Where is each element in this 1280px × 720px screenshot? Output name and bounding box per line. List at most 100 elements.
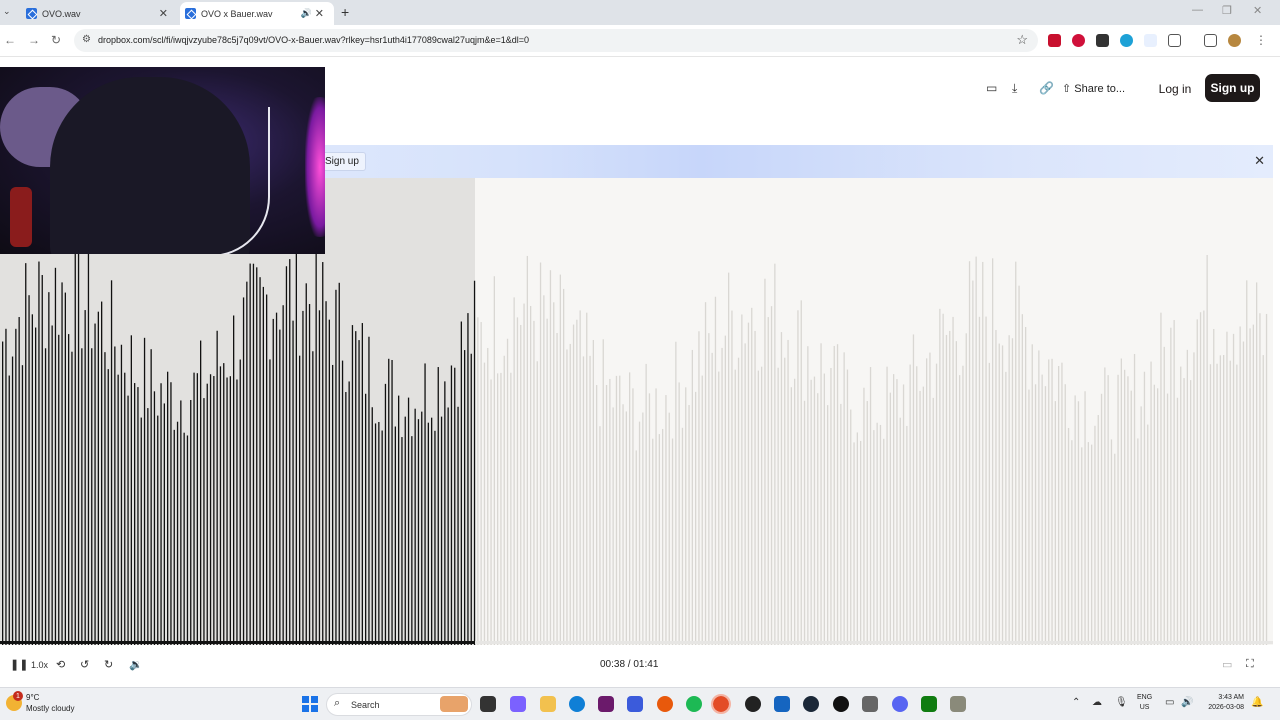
task-view-icon[interactable] bbox=[480, 696, 496, 712]
app-icon[interactable] bbox=[598, 696, 614, 712]
forward-icon[interactable]: → bbox=[28, 33, 40, 47]
discord-icon[interactable] bbox=[892, 696, 908, 712]
close-tab-icon[interactable]: ✕ bbox=[159, 7, 168, 20]
close-window-icon[interactable]: ✕ bbox=[1253, 4, 1262, 17]
reading-list-icon[interactable] bbox=[1204, 34, 1217, 47]
tab-ovo-x-bauer[interactable]: OVO x Bauer.wav 🔊 ✕ bbox=[180, 2, 334, 25]
back-icon[interactable]: ← bbox=[4, 33, 16, 47]
app-icon[interactable] bbox=[657, 696, 673, 712]
address-bar[interactable]: ⚙ dropbox.com/scl/fi/iwqjvzyube78c5j7q09… bbox=[74, 29, 1038, 52]
waveform-bar bbox=[302, 310, 304, 645]
waveform-bar bbox=[1034, 384, 1037, 645]
waveform-bar bbox=[15, 328, 17, 645]
waveform-bar bbox=[11, 356, 14, 645]
bookmark-star-icon[interactable]: ☆ bbox=[1016, 32, 1028, 48]
share-button[interactable]: ⇧ Share to... bbox=[1062, 82, 1125, 95]
download-icon[interactable]: ⤓ bbox=[1012, 81, 1017, 96]
waveform-bar bbox=[8, 375, 10, 645]
onedrive-icon[interactable]: ☁ bbox=[1092, 697, 1102, 708]
minimize-icon[interactable]: — bbox=[1192, 4, 1203, 16]
waveform-bar bbox=[173, 429, 175, 645]
app-icon[interactable] bbox=[627, 696, 643, 712]
steam-icon[interactable] bbox=[803, 696, 819, 712]
app-icon[interactable] bbox=[950, 696, 966, 712]
waveform-bar bbox=[549, 270, 552, 645]
progress-bar[interactable] bbox=[0, 641, 1273, 644]
banner-signup-button[interactable]: Sign up bbox=[318, 152, 366, 171]
waveform-bar bbox=[236, 379, 238, 645]
waveform-bar bbox=[1147, 424, 1149, 645]
extension-icon[interactable] bbox=[1120, 34, 1133, 47]
waveform-bar bbox=[1219, 355, 1221, 645]
progress-fill bbox=[0, 641, 475, 644]
waveform-bar bbox=[1094, 425, 1096, 645]
tab-title: OVO x Bauer.wav bbox=[201, 8, 273, 19]
spotify-icon[interactable] bbox=[686, 696, 702, 712]
close-tab-icon[interactable]: ✕ bbox=[315, 7, 324, 20]
waveform-bar bbox=[341, 360, 344, 645]
extensions-puzzle-icon[interactable] bbox=[1168, 34, 1181, 47]
extension-icon[interactable] bbox=[1144, 34, 1157, 47]
close-banner-icon[interactable]: ✕ bbox=[1254, 153, 1265, 169]
profile-avatar[interactable] bbox=[1228, 34, 1241, 47]
waveform-bar bbox=[929, 352, 931, 645]
loop-icon[interactable]: ⟲ bbox=[56, 658, 65, 671]
waveform-bar bbox=[110, 280, 113, 645]
notification-bell-icon[interactable]: 🔔 bbox=[1251, 697, 1263, 708]
network-icon[interactable]: ▭ bbox=[1165, 697, 1174, 708]
app-icon[interactable] bbox=[774, 696, 790, 712]
new-tab-icon[interactable]: + bbox=[341, 4, 349, 20]
login-button[interactable]: Log in bbox=[1150, 75, 1200, 103]
signup-button[interactable]: Sign up bbox=[1205, 74, 1260, 102]
site-info-icon[interactable]: ⚙ bbox=[82, 34, 91, 45]
waveform-bar bbox=[233, 315, 235, 645]
waveform-bar bbox=[249, 263, 251, 645]
waveform-bar bbox=[909, 364, 911, 645]
rewind-10-icon[interactable]: ↺ bbox=[80, 658, 89, 671]
comment-icon[interactable]: ▭ bbox=[986, 81, 997, 95]
reload-icon[interactable]: ↻ bbox=[51, 33, 61, 47]
waveform-bar bbox=[539, 262, 542, 645]
app-icon[interactable] bbox=[745, 696, 761, 712]
forward-10-icon[interactable]: ↻ bbox=[104, 658, 113, 671]
menu-kebab-icon[interactable]: ⋮ bbox=[1255, 33, 1267, 47]
link-icon[interactable]: 🔗 bbox=[1039, 81, 1054, 95]
tab-ovo[interactable]: OVO.wav ✕ bbox=[18, 2, 178, 25]
app-icon[interactable] bbox=[862, 696, 878, 712]
tab-search-icon[interactable]: ⌄ bbox=[3, 6, 11, 17]
speed-button[interactable]: 1.0x bbox=[31, 660, 48, 670]
waveform-bar bbox=[506, 338, 509, 645]
copilot-icon[interactable] bbox=[510, 696, 526, 712]
waveform-bar bbox=[536, 361, 538, 645]
waveform-bar bbox=[1104, 367, 1106, 645]
language-indicator[interactable]: ENG US bbox=[1137, 693, 1152, 713]
waveform-bar bbox=[856, 432, 858, 645]
lang-top: ENG bbox=[1137, 694, 1153, 701]
extension-icon[interactable] bbox=[1072, 34, 1085, 47]
clock[interactable]: 3:43 AM 2026-03-08 bbox=[1202, 693, 1244, 713]
waveform-bar bbox=[959, 375, 961, 645]
extension-icon[interactable] bbox=[1096, 34, 1109, 47]
audio-playing-icon[interactable]: 🔊 bbox=[301, 8, 312, 19]
pause-icon[interactable]: ❚❚ bbox=[10, 658, 28, 671]
captions-icon[interactable]: ▭ bbox=[1222, 658, 1232, 671]
start-button[interactable] bbox=[302, 696, 318, 712]
waveform-bar bbox=[1246, 280, 1248, 645]
waveform-bar bbox=[975, 256, 977, 645]
xbox-icon[interactable] bbox=[921, 696, 937, 712]
tray-overflow-icon[interactable]: ⌃ bbox=[1072, 697, 1080, 708]
chrome-icon[interactable] bbox=[711, 694, 731, 714]
waveform-bar bbox=[764, 278, 766, 645]
waveform-bar bbox=[978, 316, 981, 645]
app-icon[interactable] bbox=[833, 696, 849, 712]
microphone-icon[interactable]: 🎙 bbox=[1115, 697, 1128, 708]
edge-icon[interactable] bbox=[569, 696, 585, 712]
fullscreen-icon[interactable]: ⛶ bbox=[1246, 658, 1254, 671]
waveform-bar bbox=[1203, 310, 1205, 645]
extension-icon[interactable] bbox=[1048, 34, 1061, 47]
waveform-bar bbox=[130, 335, 132, 645]
speaker-icon[interactable]: 🔊 bbox=[1181, 697, 1193, 708]
maximize-icon[interactable]: ❐ bbox=[1222, 4, 1232, 17]
file-explorer-icon[interactable] bbox=[540, 696, 556, 712]
volume-icon[interactable]: 🔉 bbox=[129, 658, 143, 671]
